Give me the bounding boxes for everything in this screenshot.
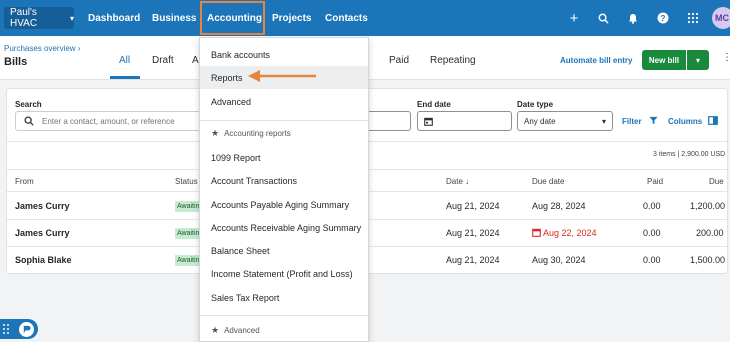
star-icon: ★ <box>211 325 220 335</box>
tab-all[interactable]: All <box>119 55 130 66</box>
search-input[interactable]: Enter a contact, amount, or reference <box>15 111 205 131</box>
annotation-arrow <box>248 70 316 82</box>
columns-icon <box>708 116 719 125</box>
chevron-down-icon: ▾ <box>695 55 700 65</box>
column-header-paid[interactable]: Paid <box>647 177 663 186</box>
row-2-due: 200.00 <box>696 228 724 238</box>
search-icon[interactable] <box>595 0 611 36</box>
row-3-due-date: Aug 30, 2024 <box>532 255 586 265</box>
menu-item-balance-sheet[interactable]: Balance Sheet <box>200 239 368 262</box>
nav-projects[interactable]: Projects <box>272 0 311 36</box>
new-bill-options-button[interactable]: ▾ <box>687 50 709 70</box>
columns-label: Columns <box>668 117 703 126</box>
row-3-due: 1,500.00 <box>690 255 726 265</box>
column-header-due-date[interactable]: Due date <box>532 177 564 186</box>
columns-button[interactable]: Columns <box>668 116 719 126</box>
nav-dashboard[interactable]: Dashboard <box>88 0 140 36</box>
automate-bill-entry-link[interactable]: Automate bill entry <box>560 56 632 65</box>
row-2-due-date-text: Aug 22, 2024 <box>543 228 597 238</box>
organization-switcher[interactable]: Paul's HVAC ▾ <box>4 7 74 29</box>
star-icon: ★ <box>211 128 220 138</box>
svg-text:?: ? <box>661 14 666 23</box>
chevron-right-icon: › <box>77 44 81 53</box>
row-2-due-date: Aug 22, 2024 <box>532 228 597 238</box>
menu-item-account-transactions[interactable]: Account Transactions <box>200 169 368 192</box>
date-type-value: Any date <box>524 116 556 126</box>
date-header-label: Date <box>446 177 463 186</box>
column-header-due[interactable]: Due <box>709 177 724 186</box>
tab-paid[interactable]: Paid <box>389 55 409 66</box>
end-date-label: End date <box>417 100 451 109</box>
accounting-reports-label: Accounting reports <box>224 129 291 138</box>
status-badge: Awaiting <box>175 228 199 239</box>
row-1-date: Aug 21, 2024 <box>446 201 500 211</box>
top-navigation-bar: Paul's HVAC ▾ Dashboard Business Account… <box>0 0 730 36</box>
menu-divider <box>200 120 368 121</box>
menu-item-bank-accounts[interactable]: Bank accounts <box>200 43 368 66</box>
row-3-from[interactable]: Sophia Blake <box>15 255 72 265</box>
start-date-input[interactable] <box>368 111 411 131</box>
more-options-icon[interactable]: ⋮ <box>722 52 730 63</box>
row-1-from[interactable]: James Curry <box>15 201 70 211</box>
column-header-date[interactable]: Date ↓ <box>446 177 469 186</box>
tab-draft[interactable]: Draft <box>152 55 174 66</box>
menu-item-income-statement[interactable]: Income Statement (Profit and Loss) <box>200 262 368 285</box>
column-header-from[interactable]: From <box>15 177 34 186</box>
row-3-paid: 0.00 <box>643 255 661 265</box>
nav-contacts[interactable]: Contacts <box>325 0 368 36</box>
app-grid-icon[interactable] <box>685 0 701 36</box>
row-1-paid: 0.00 <box>643 201 661 211</box>
new-bill-button[interactable]: New bill <box>642 50 686 70</box>
filter-label: Filter <box>622 117 642 126</box>
row-1-due-date: Aug 28, 2024 <box>532 201 586 211</box>
tab-repeating[interactable]: Repeating <box>430 55 476 66</box>
menu-item-ap-aging-summary[interactable]: Accounts Payable Aging Summary <box>200 193 368 216</box>
date-type-label: Date type <box>517 100 554 109</box>
items-summary: 3 items | 2,900.00 USD <box>653 151 726 158</box>
menu-item-1099-report[interactable]: 1099 Report <box>200 146 368 169</box>
calendar-icon <box>424 117 433 126</box>
accounting-reports-group-header: ★ Accounting reports <box>211 128 291 139</box>
status-badge: Awaiting <box>175 201 199 212</box>
status-badge: Awaiting <box>175 255 199 266</box>
organization-name: Paul's HVAC <box>10 7 38 29</box>
accounting-highlight-box <box>200 1 265 35</box>
tab-awaiting-approval[interactable]: A <box>192 55 199 66</box>
advanced-group-label: Advanced <box>224 326 260 335</box>
nav-business[interactable]: Business <box>152 0 196 36</box>
menu-item-ar-aging-summary[interactable]: Accounts Receivable Aging Summary <box>200 216 368 239</box>
column-header-status[interactable]: Status <box>175 177 198 186</box>
caret-down-icon: ▾ <box>601 116 606 126</box>
menu-item-sales-tax-report[interactable]: Sales Tax Report <box>200 286 368 309</box>
chevron-down-icon: ▾ <box>69 13 74 23</box>
page-title: Bills <box>4 56 28 68</box>
funnel-icon <box>649 116 658 125</box>
plus-icon[interactable]: + <box>566 0 582 36</box>
row-1-due: 1,200.00 <box>690 201 726 211</box>
menu-divider <box>200 315 368 316</box>
row-2-date: Aug 21, 2024 <box>446 228 500 238</box>
row-2-from[interactable]: James Curry <box>15 228 70 238</box>
search-icon <box>24 116 34 126</box>
help-launcher-button[interactable] <box>0 319 38 339</box>
drag-handle-icon <box>2 323 10 335</box>
filter-button[interactable]: Filter <box>622 116 658 126</box>
active-tab-underline <box>110 76 140 79</box>
search-label: Search <box>15 100 42 109</box>
search-placeholder: Enter a contact, amount, or reference <box>42 116 175 126</box>
breadcrumb-link[interactable]: Purchases overview <box>4 44 76 53</box>
row-2-paid: 0.00 <box>643 228 661 238</box>
sort-down-icon: ↓ <box>465 177 470 186</box>
end-date-input[interactable] <box>417 111 512 131</box>
assistant-icon <box>19 321 34 337</box>
advanced-group-header: ★ Advanced <box>211 325 260 336</box>
bell-icon[interactable] <box>625 0 641 36</box>
menu-item-advanced[interactable]: Advanced <box>200 90 368 113</box>
row-3-date: Aug 21, 2024 <box>446 255 500 265</box>
user-avatar[interactable]: MC <box>712 7 730 29</box>
overdue-calendar-icon <box>532 228 541 237</box>
help-icon[interactable]: ? <box>655 0 671 36</box>
breadcrumb[interactable]: Purchases overview › <box>4 44 81 53</box>
date-type-select[interactable]: Any date ▾ <box>517 111 613 131</box>
